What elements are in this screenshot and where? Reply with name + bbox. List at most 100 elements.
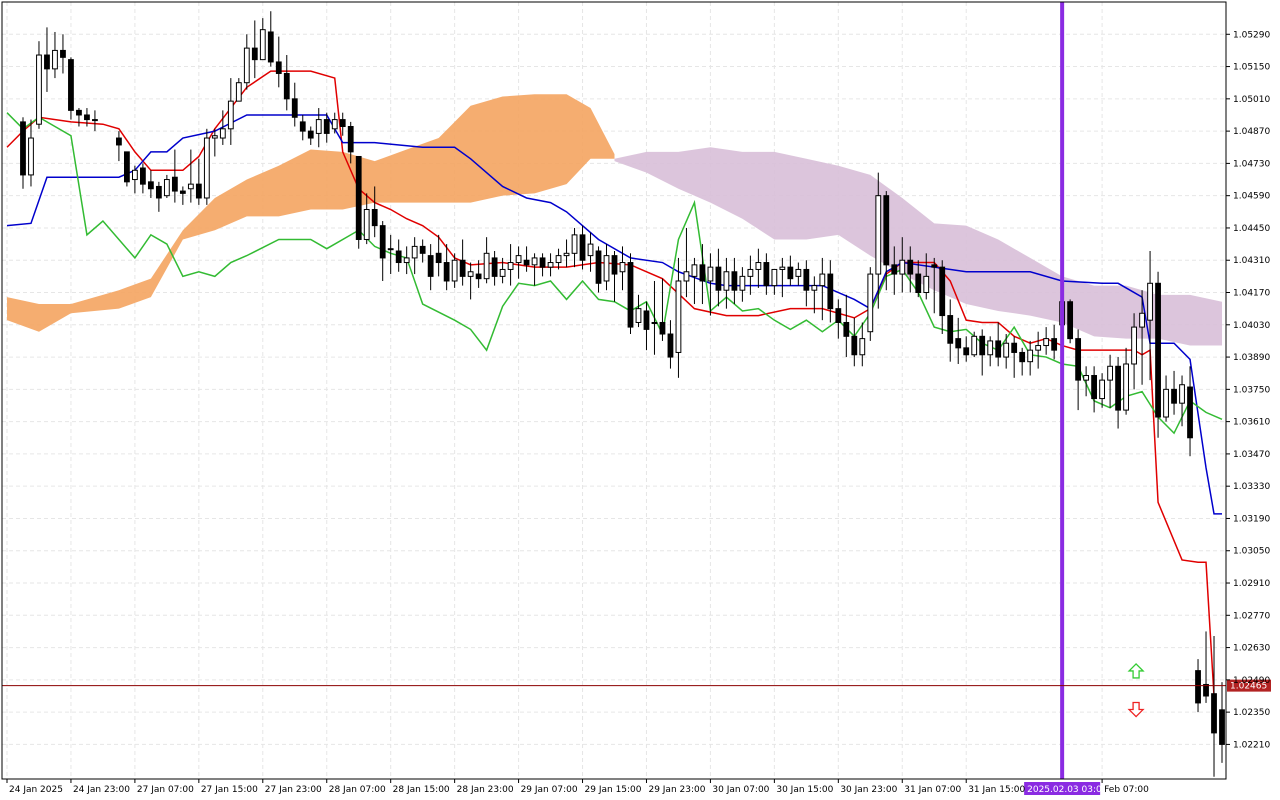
candle-body[interactable]	[859, 338, 866, 356]
candle-body[interactable]	[795, 268, 802, 277]
candle-body[interactable]	[363, 209, 370, 240]
candle-body[interactable]	[1099, 379, 1106, 400]
candlestick-chart[interactable]: 1.024652025.02.03 03:00 1.052901.051501.…	[0, 0, 1280, 800]
candle-body[interactable]	[843, 321, 850, 337]
candle-body[interactable]	[907, 259, 914, 275]
candle-body[interactable]	[699, 264, 706, 282]
candle-body[interactable]	[1011, 342, 1018, 353]
candle-body[interactable]	[36, 54, 42, 125]
candle-body[interactable]	[331, 119, 338, 130]
candle-body[interactable]	[827, 273, 834, 310]
candle-body[interactable]	[483, 252, 490, 280]
candle-body[interactable]	[1187, 386, 1193, 439]
candle-body[interactable]	[435, 252, 442, 264]
candle-body[interactable]	[867, 273, 874, 333]
candle-body[interactable]	[251, 47, 258, 61]
candle-body[interactable]	[571, 234, 578, 254]
candle-body[interactable]	[891, 264, 898, 275]
candle-body[interactable]	[811, 285, 818, 291]
candle-body[interactable]	[1027, 349, 1034, 363]
candle-body[interactable]	[587, 243, 594, 257]
candle-body[interactable]	[1195, 670, 1201, 704]
candle-body[interactable]	[451, 259, 458, 282]
candle-body[interactable]	[611, 255, 618, 275]
candle-body[interactable]	[1155, 282, 1161, 418]
candle-body[interactable]	[1163, 388, 1169, 418]
candle-body[interactable]	[1067, 301, 1074, 340]
candle-body[interactable]	[923, 275, 930, 294]
candle-body[interactable]	[68, 59, 74, 111]
candle-body[interactable]	[659, 321, 666, 335]
candle-body[interactable]	[84, 114, 90, 121]
candle-body[interactable]	[187, 183, 194, 190]
candle-body[interactable]	[419, 245, 426, 254]
candle-body[interactable]	[203, 137, 210, 199]
candle-body[interactable]	[259, 29, 266, 61]
candle-body[interactable]	[819, 273, 826, 287]
candle-body[interactable]	[939, 266, 946, 317]
candle-body[interactable]	[643, 310, 650, 330]
candle-body[interactable]	[1003, 342, 1010, 358]
candle-body[interactable]	[995, 340, 1002, 358]
candle-body[interactable]	[963, 347, 970, 356]
candle-body[interactable]	[979, 335, 986, 356]
candle-body[interactable]	[707, 266, 714, 282]
candle-body[interactable]	[1147, 282, 1153, 321]
candle-body[interactable]	[171, 176, 178, 192]
candle-body[interactable]	[299, 121, 306, 132]
candle-body[interactable]	[1179, 384, 1185, 404]
candle-body[interactable]	[347, 126, 354, 153]
candle-body[interactable]	[92, 119, 98, 122]
candle-body[interactable]	[44, 54, 50, 70]
candle-body[interactable]	[555, 255, 562, 264]
candle-body[interactable]	[131, 169, 138, 181]
candle-body[interactable]	[147, 181, 154, 190]
candle-body[interactable]	[1051, 338, 1058, 351]
candle-body[interactable]	[803, 268, 810, 291]
candle-body[interactable]	[1083, 375, 1090, 381]
candle-body[interactable]	[355, 155, 362, 240]
candle-body[interactable]	[667, 333, 674, 358]
candle-body[interactable]	[1019, 351, 1026, 363]
candle-body[interactable]	[219, 128, 226, 139]
candle-body[interactable]	[499, 268, 506, 277]
candle-body[interactable]	[1131, 326, 1137, 365]
candle-body[interactable]	[635, 308, 642, 323]
candle-body[interactable]	[1211, 693, 1217, 734]
candle-body[interactable]	[915, 273, 922, 294]
candle-body[interactable]	[395, 250, 402, 264]
candle-body[interactable]	[116, 137, 122, 146]
candle-body[interactable]	[931, 264, 938, 268]
candle-body[interactable]	[603, 255, 610, 282]
candle-body[interactable]	[755, 262, 762, 270]
candle-body[interactable]	[947, 315, 954, 344]
candle-body[interactable]	[124, 151, 130, 183]
candle-body[interactable]	[883, 195, 890, 266]
candle-body[interactable]	[60, 49, 66, 58]
candle-body[interactable]	[731, 271, 738, 291]
candle-body[interactable]	[1043, 338, 1050, 347]
candles[interactable]	[20, 11, 1225, 777]
candle-body[interactable]	[723, 271, 730, 291]
candle-body[interactable]	[28, 137, 34, 176]
candle-body[interactable]	[195, 183, 202, 199]
candle-body[interactable]	[323, 119, 330, 134]
candle-body[interactable]	[675, 280, 682, 353]
candle-body[interactable]	[771, 268, 778, 287]
candle-body[interactable]	[531, 257, 538, 266]
candle-body[interactable]	[523, 259, 530, 266]
candle-body[interactable]	[899, 259, 906, 275]
candle-body[interactable]	[1107, 365, 1113, 381]
candle-body[interactable]	[1035, 345, 1042, 351]
candle-body[interactable]	[739, 275, 746, 291]
candle-body[interactable]	[539, 257, 546, 268]
candle-body[interactable]	[20, 121, 26, 176]
candle-body[interactable]	[851, 335, 858, 356]
candle-body[interactable]	[475, 273, 482, 280]
candle-body[interactable]	[619, 262, 626, 273]
candle-body[interactable]	[155, 185, 162, 199]
candle-body[interactable]	[427, 255, 434, 277]
candle-body[interactable]	[955, 338, 962, 349]
candle-body[interactable]	[787, 266, 794, 280]
candle-body[interactable]	[76, 109, 82, 116]
